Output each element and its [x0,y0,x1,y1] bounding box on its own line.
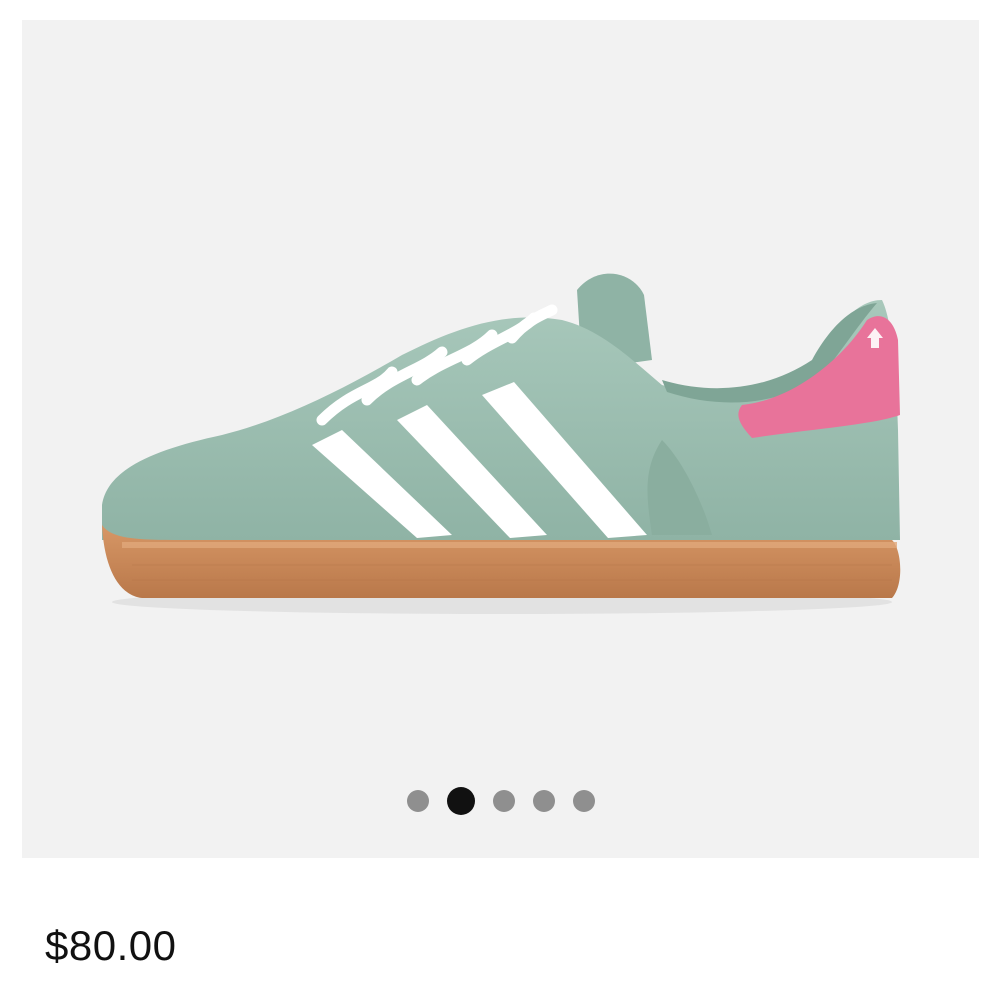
gallery-dot-5[interactable] [572,790,595,812]
sneaker-image [102,273,901,614]
gallery-dot-2[interactable] [446,787,475,815]
gallery-pagination [22,786,979,816]
product-image-gallery[interactable] [22,20,979,858]
product-price: $80.00 [45,922,177,969]
gallery-dot-1[interactable] [406,790,429,812]
gallery-dot-3[interactable] [492,790,515,812]
gallery-dot-4[interactable] [532,790,555,812]
product-page: $80.00 [0,0,1000,1000]
